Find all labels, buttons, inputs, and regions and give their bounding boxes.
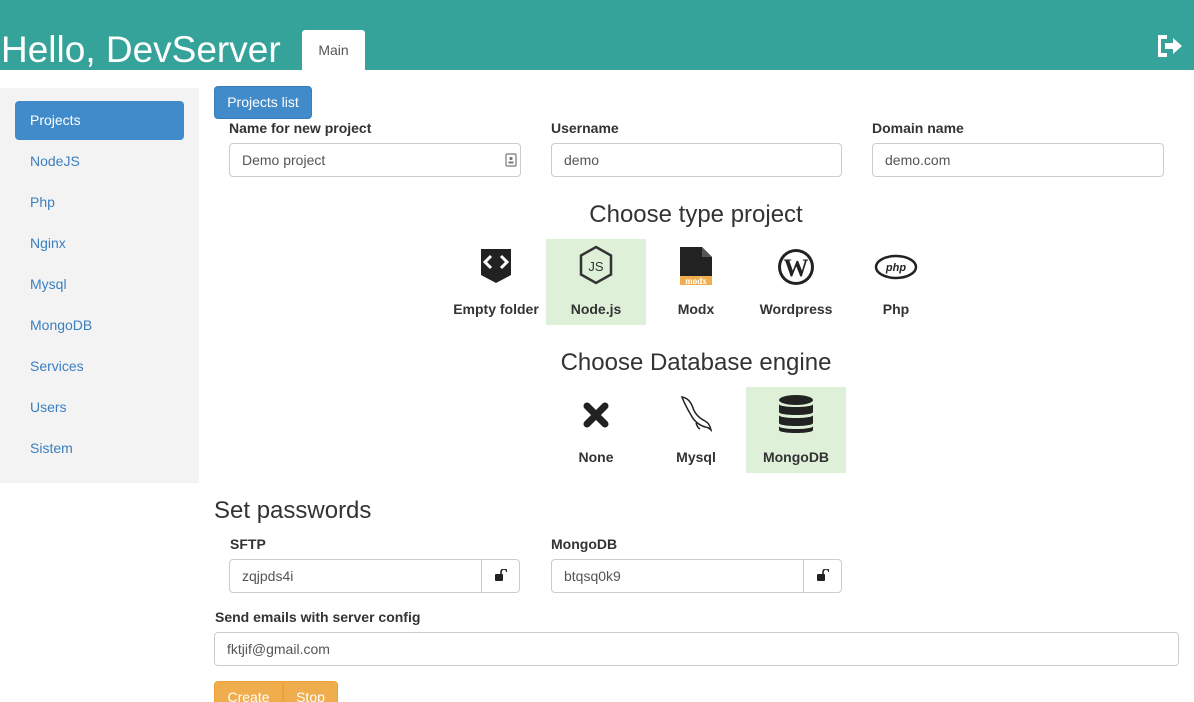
- type-label: Wordpress: [759, 301, 833, 317]
- stop-button[interactable]: Stop: [283, 681, 338, 702]
- mongodb-unlock-button[interactable]: [803, 559, 842, 593]
- db-mysql[interactable]: Mysql: [646, 387, 746, 473]
- sidebar-item-nodejs[interactable]: NodeJS: [15, 142, 184, 181]
- brand-title: Hello, DevServer: [1, 29, 281, 70]
- db-mongodb[interactable]: MongoDB: [746, 387, 846, 473]
- type-label: Node.js: [570, 301, 622, 317]
- contact-card-icon: [505, 153, 517, 167]
- database-section-title: Choose Database engine: [560, 349, 832, 376]
- project-name-label: Name for new project: [229, 120, 372, 136]
- sidebar: Projects NodeJS Php Nginx Mysql MongoDB …: [0, 88, 199, 483]
- domain-input[interactable]: demo.com: [872, 143, 1164, 177]
- db-label: Mysql: [676, 449, 716, 465]
- create-button[interactable]: Create: [214, 681, 283, 702]
- database-icon: [779, 395, 813, 433]
- code-file-icon: [481, 249, 511, 283]
- type-label: Php: [882, 301, 910, 317]
- sftp-unlock-button[interactable]: [481, 559, 520, 593]
- type-section-title: Choose type project: [589, 201, 803, 228]
- email-input[interactable]: fktjif@gmail.com: [214, 632, 1179, 666]
- username-input[interactable]: demo: [551, 143, 842, 177]
- svg-text:W: W: [784, 255, 809, 282]
- projects-list-button[interactable]: Projects list: [214, 86, 312, 119]
- db-label: MongoDB: [762, 449, 830, 465]
- sidebar-item-services[interactable]: Services: [15, 347, 184, 386]
- php-icon: php: [874, 254, 918, 280]
- username-label: Username: [551, 120, 619, 136]
- passwords-section-title: Set passwords: [214, 497, 372, 524]
- svg-text:modx: modx: [685, 276, 707, 286]
- type-label: Empty folder: [453, 301, 539, 317]
- type-empty-folder[interactable]: Empty folder: [446, 239, 546, 325]
- project-name-input[interactable]: Demo project: [229, 143, 521, 177]
- sign-out-icon[interactable]: [1155, 33, 1183, 59]
- type-modx[interactable]: modx Modx: [646, 239, 746, 325]
- type-wordpress[interactable]: W Wordpress: [746, 239, 846, 325]
- svg-text:php: php: [885, 262, 906, 274]
- unlock-icon: [817, 569, 829, 581]
- mysql-dolphin-icon: [680, 396, 713, 433]
- sidebar-item-projects[interactable]: Projects: [15, 101, 184, 140]
- sidebar-item-mongodb[interactable]: MongoDB: [15, 306, 184, 345]
- mongodb-password-input[interactable]: btqsq0k9: [551, 559, 805, 593]
- unlock-icon: [495, 569, 507, 581]
- email-label: Send emails with server config: [215, 609, 421, 625]
- modx-file-icon: modx: [680, 247, 712, 286]
- sidebar-item-php[interactable]: Php: [15, 183, 184, 222]
- sftp-password-input[interactable]: zqjpds4i: [229, 559, 483, 593]
- type-nodejs[interactable]: JS Node.js: [546, 239, 646, 325]
- wordpress-icon: W: [778, 249, 814, 285]
- sidebar-item-nginx[interactable]: Nginx: [15, 224, 184, 263]
- nodejs-icon: JS: [579, 245, 613, 285]
- mongodb-password-label: MongoDB: [551, 536, 618, 552]
- db-label: None: [578, 449, 614, 465]
- type-label: Modx: [677, 301, 715, 317]
- sidebar-item-users[interactable]: Users: [15, 388, 184, 427]
- top-bar: Hello, DevServer Main: [0, 0, 1194, 70]
- tab-main[interactable]: Main: [302, 30, 365, 70]
- x-icon: [583, 402, 609, 428]
- svg-text:JS: JS: [588, 259, 604, 274]
- sidebar-item-sistem[interactable]: Sistem: [15, 429, 184, 468]
- sidebar-item-mysql[interactable]: Mysql: [15, 265, 184, 304]
- domain-label: Domain name: [872, 120, 964, 136]
- type-php[interactable]: php Php: [846, 239, 946, 325]
- db-none[interactable]: None: [546, 387, 646, 473]
- sftp-label: SFTP: [230, 536, 266, 552]
